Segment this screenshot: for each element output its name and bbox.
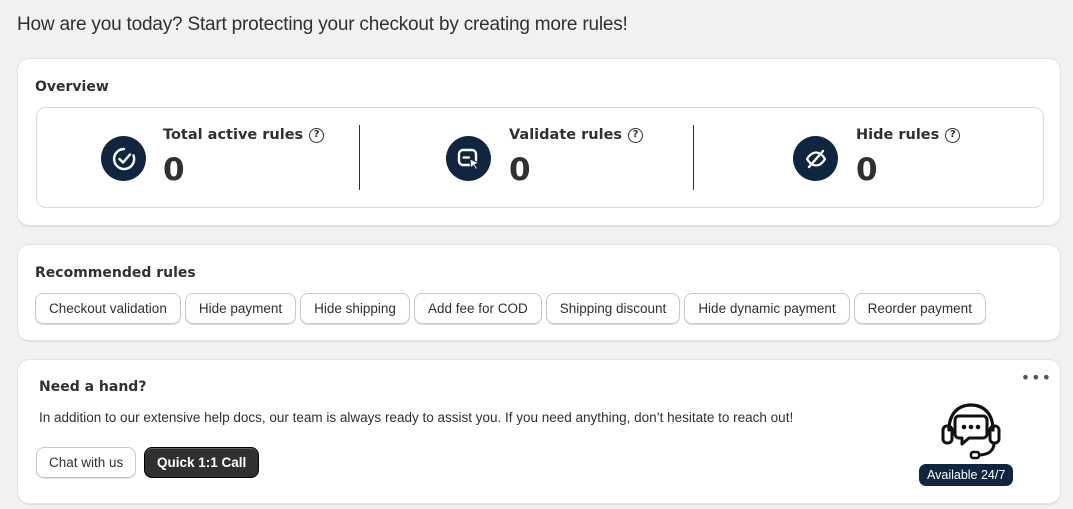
overview-card: Overview Total active rules ? 0 Validate… [17, 58, 1061, 226]
validate-cursor-icon [446, 136, 491, 181]
question-circle-icon[interactable]: ? [945, 127, 961, 143]
chip-hide-shipping[interactable]: Hide shipping [300, 293, 410, 324]
headset-chat-icon [936, 396, 1006, 466]
chip-checkout-validation[interactable]: Checkout validation [35, 293, 181, 324]
check-circle-icon [101, 136, 146, 181]
recommended-title: Recommended rules [35, 265, 196, 281]
more-options-icon[interactable]: ••• [1021, 370, 1052, 386]
help-card: Need a hand? ••• In addition to our exte… [17, 359, 1061, 504]
stat-hide-rules: Hide rules ? 0 [694, 108, 1044, 207]
overview-title: Overview [35, 79, 109, 95]
availability-badge: Available 24/7 [919, 464, 1014, 486]
stat-validate-rules: Validate rules ? 0 [360, 108, 693, 207]
chat-with-us-button[interactable]: Chat with us [36, 447, 137, 478]
stat-value: 0 [856, 152, 878, 188]
stat-total-active-rules: Total active rules ? 0 [37, 108, 360, 207]
page-greeting: How are you today? Start protecting your… [17, 14, 628, 35]
chip-reorder-payment[interactable]: Reorder payment [853, 293, 986, 324]
chip-hide-payment[interactable]: Hide payment [184, 293, 297, 324]
question-circle-icon[interactable]: ? [309, 127, 325, 143]
stat-label: Validate rules [509, 127, 623, 143]
stat-label: Hide rules [856, 127, 940, 143]
stat-value: 0 [509, 152, 531, 188]
recommended-chips: Checkout validation Hide payment Hide sh… [35, 293, 986, 324]
stat-value: 0 [163, 152, 185, 188]
overview-stats: Total active rules ? 0 Validate rules ? … [36, 107, 1044, 208]
quick-call-button[interactable]: Quick 1:1 Call [144, 447, 260, 478]
chip-add-fee-for-cod[interactable]: Add fee for COD [413, 293, 542, 324]
recommended-rules-card: Recommended rules Checkout validation Hi… [17, 244, 1061, 341]
chip-shipping-discount[interactable]: Shipping discount [545, 293, 681, 324]
help-description: In addition to our extensive help docs, … [39, 410, 794, 425]
chip-hide-dynamic-payment[interactable]: Hide dynamic payment [684, 293, 850, 324]
help-title: Need a hand? [39, 379, 147, 395]
question-circle-icon[interactable]: ? [628, 127, 644, 143]
hide-eye-slash-icon [793, 136, 838, 181]
stat-label: Total active rules [163, 127, 304, 143]
